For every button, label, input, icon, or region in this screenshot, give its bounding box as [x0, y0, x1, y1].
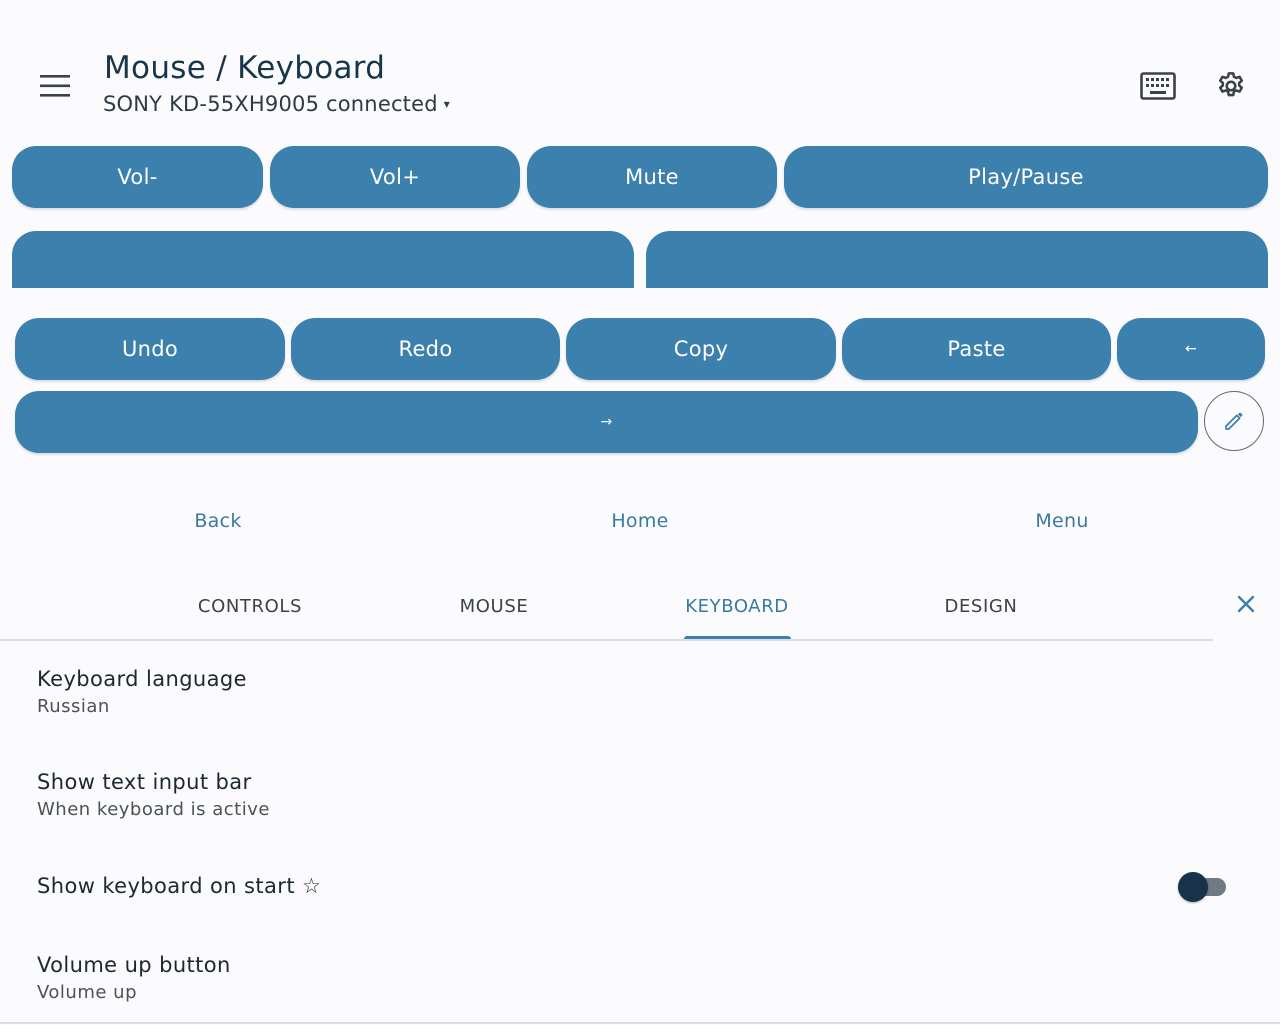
left-touch-area-button[interactable] [12, 231, 634, 288]
home-button[interactable]: Home [560, 506, 720, 536]
setting-subtitle: Russian [37, 696, 110, 717]
close-button[interactable] [1228, 586, 1264, 622]
settings-button[interactable] [1206, 62, 1256, 110]
redo-button[interactable]: Redo [291, 318, 560, 380]
arrow-right-button[interactable]: → [15, 391, 1198, 453]
setting-subtitle: When keyboard is active [37, 799, 270, 820]
page-title: Mouse / Keyboard [104, 50, 386, 86]
setting-volume-up-button[interactable]: Volume up button Volume up [0, 937, 1280, 1019]
tab-controls[interactable]: CONTROLS [150, 590, 350, 622]
tab-divider [0, 639, 1213, 641]
setting-subtitle: Volume up [37, 982, 138, 1003]
keyboard-button[interactable] [1132, 62, 1184, 110]
mute-button[interactable]: Mute [527, 146, 777, 208]
vol-up-button[interactable]: Vol+ [270, 146, 520, 208]
toggle-thumb [1178, 872, 1208, 902]
paste-button[interactable]: Paste [842, 318, 1111, 380]
keyboard-icon [1140, 72, 1176, 100]
menu-button[interactable] [30, 64, 80, 108]
setting-keyboard-language[interactable]: Keyboard language Russian [0, 650, 1280, 740]
arrow-left-button[interactable]: ← [1117, 318, 1265, 380]
tab-design[interactable]: DESIGN [881, 590, 1081, 622]
menu-text-button[interactable]: Menu [982, 506, 1142, 536]
vol-down-button[interactable]: Vol- [12, 146, 263, 208]
copy-button[interactable]: Copy [566, 318, 836, 380]
hamburger-menu-icon [40, 75, 70, 97]
list-divider [0, 1022, 1280, 1024]
dropdown-caret-icon: ▾ [443, 97, 451, 111]
gear-icon [1218, 72, 1244, 97]
undo-button[interactable]: Undo [15, 318, 285, 380]
back-button[interactable]: Back [138, 506, 298, 536]
tab-mouse[interactable]: MOUSE [394, 590, 594, 622]
setting-show-text-input-bar[interactable]: Show text input bar When keyboard is act… [0, 754, 1280, 844]
show-keyboard-toggle[interactable] [1178, 871, 1228, 903]
setting-show-keyboard-on-start[interactable]: Show keyboard on start ☆ [0, 858, 1280, 918]
device-status-text: SONY KD-55XH9005 connected [103, 92, 438, 116]
setting-title: Show keyboard on start ☆ [37, 874, 322, 898]
setting-title: Volume up button [37, 953, 231, 977]
edit-layout-button[interactable] [1204, 391, 1264, 451]
play-pause-button[interactable]: Play/Pause [784, 146, 1268, 208]
right-touch-area-button[interactable] [646, 231, 1268, 288]
pencil-icon [1225, 412, 1243, 430]
setting-title: Keyboard language [37, 667, 247, 691]
setting-title: Show text input bar [37, 770, 252, 794]
close-icon [1237, 595, 1255, 613]
device-selector[interactable]: SONY KD-55XH9005 connected ▾ [103, 92, 450, 116]
tab-keyboard[interactable]: KEYBOARD [637, 590, 837, 622]
